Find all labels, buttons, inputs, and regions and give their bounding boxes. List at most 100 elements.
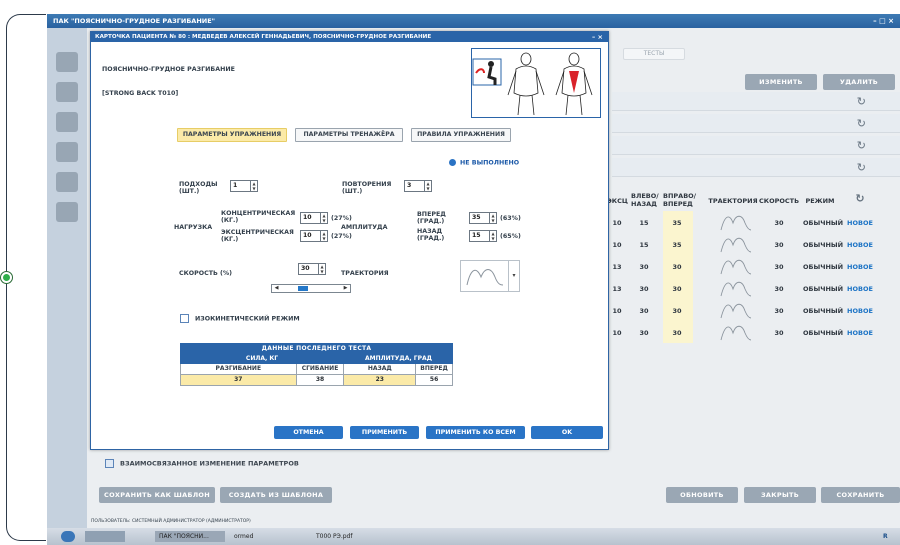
force-group-header: СИЛА, КГ <box>245 355 279 362</box>
list-item[interactable]: ↻ <box>612 114 900 133</box>
last-test-table: ДАННЫЕ ПОСЛЕДНЕГО ТЕСТА СИЛА, КГ АМПЛИТУ… <box>180 343 453 386</box>
stepper-arrows-icon[interactable]: ▲ ▼ <box>250 181 257 191</box>
apply-all-button[interactable]: ПРИМЕНИТЬ КО ВСЕМ <box>426 426 525 439</box>
left-toolbar <box>47 28 87 528</box>
delete-button[interactable]: УДАЛИТЬ <box>823 74 895 90</box>
cell-mode: ОБЫЧНЫЙ <box>803 219 844 227</box>
stepper-arrows-icon[interactable]: ▲ ▼ <box>320 213 327 223</box>
sets-value: 1 <box>233 182 238 189</box>
taskbar-item-app[interactable]: ПАК "ПОЯСНИ... <box>155 531 225 542</box>
eccentric-stepper[interactable]: 10 ▲ ▼ <box>300 230 328 242</box>
statistics-icon[interactable] <box>56 112 78 132</box>
apply-button[interactable]: ПРИМЕНИТЬ <box>350 426 419 439</box>
stepper-arrows-icon[interactable]: ▲ ▼ <box>489 213 496 223</box>
table-row[interactable]: 10 15 35 30 ОБЫЧНЫЙ НОВОЕ <box>607 233 900 255</box>
cell-ecc: 13 <box>612 285 622 293</box>
col-left: ВЛЕВО/ НАЗАД <box>631 192 659 208</box>
linked-change-checkbox[interactable]: ВЗАИМОСВЯЗАННОЕ ИЗМЕНЕНИЕ ПАРАМЕТРОВ <box>105 459 299 468</box>
dialog-controls[interactable]: – × <box>592 32 603 42</box>
refresh-icon[interactable]: ↻ <box>857 95 866 108</box>
forward-stepper[interactable]: 35 ▲ ▼ <box>469 212 497 224</box>
concentric-stepper[interactable]: 10 ▲ ▼ <box>300 212 328 224</box>
concentric-label: КОНЦЕНТРИЧЕСКАЯ (КГ.) <box>221 210 296 224</box>
cancel-button[interactable]: ОТМЕНА <box>274 426 343 439</box>
stepper-arrows-icon[interactable]: ▲ ▼ <box>489 231 496 241</box>
close-button[interactable]: ЗАКРЫТЬ <box>744 487 816 503</box>
refresh-button[interactable]: ОБНОВИТЬ <box>666 487 738 503</box>
doctor-icon[interactable] <box>56 82 78 102</box>
chevron-down-icon[interactable]: ▾ <box>508 261 519 291</box>
checkbox-icon[interactable] <box>105 459 114 468</box>
list-item[interactable]: ↻ <box>612 158 900 177</box>
cell-right: 30 <box>672 329 682 337</box>
stepper-arrows-icon[interactable]: ▲ ▼ <box>320 231 327 241</box>
reps-label: ПОВТОРЕНИЯ (ШТ.) <box>342 181 392 195</box>
tab-tests[interactable]: ТЕСТЫ <box>623 48 685 60</box>
col-extension: РАЗГИБАНИЕ <box>181 364 297 375</box>
taskbar-item-pdf[interactable]: T000 РЭ.pdf <box>312 531 392 542</box>
puzzle-icon[interactable] <box>56 202 78 222</box>
save-as-template-button[interactable]: СОХРАНИТЬ КАК ШАБЛОН <box>99 487 215 503</box>
device-name: [STRONG BACK T010] <box>102 90 179 97</box>
checkbox-icon[interactable] <box>180 314 189 323</box>
quick-launch[interactable] <box>85 531 125 542</box>
stepper-arrows-icon[interactable]: ▲ ▼ <box>424 181 431 191</box>
speed-stepper[interactable]: 30 ▲ ▼ <box>298 263 326 275</box>
table-row[interactable]: 10 30 30 30 ОБЫЧНЫЙ НОВОЕ <box>607 299 900 321</box>
last-test-title: ДАННЫЕ ПОСЛЕДНЕГО ТЕСТА <box>180 343 453 354</box>
isokinetic-checkbox[interactable]: ИЗОКИНЕТИЧЕСКИЙ РЕЖИМ <box>180 314 300 323</box>
refresh-icon[interactable]: ↻ <box>853 192 867 205</box>
forward-value: 35 <box>472 214 481 221</box>
slider-right-arrow-icon[interactable]: ▶ <box>341 285 350 292</box>
key-icon[interactable] <box>56 142 78 162</box>
load-label: НАГРУЗКА <box>174 224 213 231</box>
concentric-value: 10 <box>303 214 312 221</box>
create-from-template-button[interactable]: СОЗДАТЬ ИЗ ШАБЛОНА <box>220 487 332 503</box>
table-row[interactable]: 13 30 30 30 ОБЫЧНЫЙ НОВОЕ <box>607 255 900 277</box>
cell-speed: 30 <box>774 307 784 315</box>
refresh-icon[interactable]: ↻ <box>857 139 866 152</box>
tab-exercise-rules[interactable]: ПРАВИЛА УПРАЖНЕНИЯ <box>411 128 511 142</box>
isokinetic-label: ИЗОКИНЕТИЧЕСКИЙ РЕЖИМ <box>195 315 300 323</box>
edit-button[interactable]: ИЗМЕНИТЬ <box>745 74 817 90</box>
table-row[interactable]: 13 30 30 30 ОБЫЧНЫЙ НОВОЕ <box>607 277 900 299</box>
save-button[interactable]: СОХРАНИТЬ <box>821 487 900 503</box>
sets-stepper[interactable]: 1 ▲ ▼ <box>230 180 258 192</box>
cell-right: 35 <box>672 219 682 227</box>
cell-status: НОВОЕ <box>847 263 873 271</box>
slider-thumb[interactable] <box>298 286 308 291</box>
cell-ecc: 13 <box>612 263 622 271</box>
table-row[interactable]: 10 15 35 30 ОБЫЧНЫЙ НОВОЕ <box>607 211 900 233</box>
app-window-controls[interactable]: – □ × <box>873 14 894 28</box>
cell-status: НОВОЕ <box>847 285 873 293</box>
screen: ПАК "ПОЯСНИЧНО-ГРУДНОЕ РАЗГИБАНИЕ" – □ ×… <box>0 0 900 545</box>
patients-icon[interactable] <box>56 52 78 72</box>
speed-slider[interactable]: ◀ ▶ <box>271 284 351 293</box>
reps-stepper[interactable]: 3 ▲ ▼ <box>404 180 432 192</box>
table-row[interactable]: 10 30 30 30 ОБЫЧНЫЙ НОВОЕ <box>607 321 900 343</box>
cell-mode: ОБЫЧНЫЙ <box>803 241 844 249</box>
status-line: ПОЛЬЗОВАТЕЛЬ: СИСТЕМНЫЙ АДМИНИСТРАТОР (А… <box>91 519 251 524</box>
tab-exercise-params[interactable]: ПАРАМЕТРЫ УПРАЖНЕНИЯ <box>177 128 287 142</box>
stepper-arrows-icon[interactable]: ▲ ▼ <box>318 264 325 274</box>
refresh-icon[interactable]: ↻ <box>857 161 866 174</box>
taskbar-item-ormed[interactable]: ormed <box>230 531 300 542</box>
annotation-dot <box>1 272 12 283</box>
back-stepper[interactable]: 15 ▲ ▼ <box>469 230 497 242</box>
list-item[interactable]: ↻ <box>612 92 900 111</box>
trajectory-select[interactable]: ▾ <box>460 260 520 292</box>
cell-mode: ОБЫЧНЫЙ <box>803 329 844 337</box>
gear-icon[interactable] <box>56 172 78 192</box>
back-label: НАЗАД (ГРАД.) <box>417 228 445 242</box>
cell-speed: 30 <box>774 329 784 337</box>
eccentric-value: 10 <box>303 232 312 239</box>
cell-right: 30 <box>672 285 682 293</box>
status-text: НЕ ВЫПОЛНЕНО <box>460 159 520 167</box>
start-button[interactable] <box>61 531 75 542</box>
slider-left-arrow-icon[interactable]: ◀ <box>272 285 281 292</box>
tab-machine-params[interactable]: ПАРАМЕТРЫ ТРЕНАЖЁРА <box>295 128 403 142</box>
ok-button[interactable]: OK <box>531 426 603 439</box>
refresh-icon[interactable]: ↻ <box>857 117 866 130</box>
list-item[interactable]: ↻ <box>612 136 900 155</box>
trajectory-curve-icon <box>466 269 504 286</box>
